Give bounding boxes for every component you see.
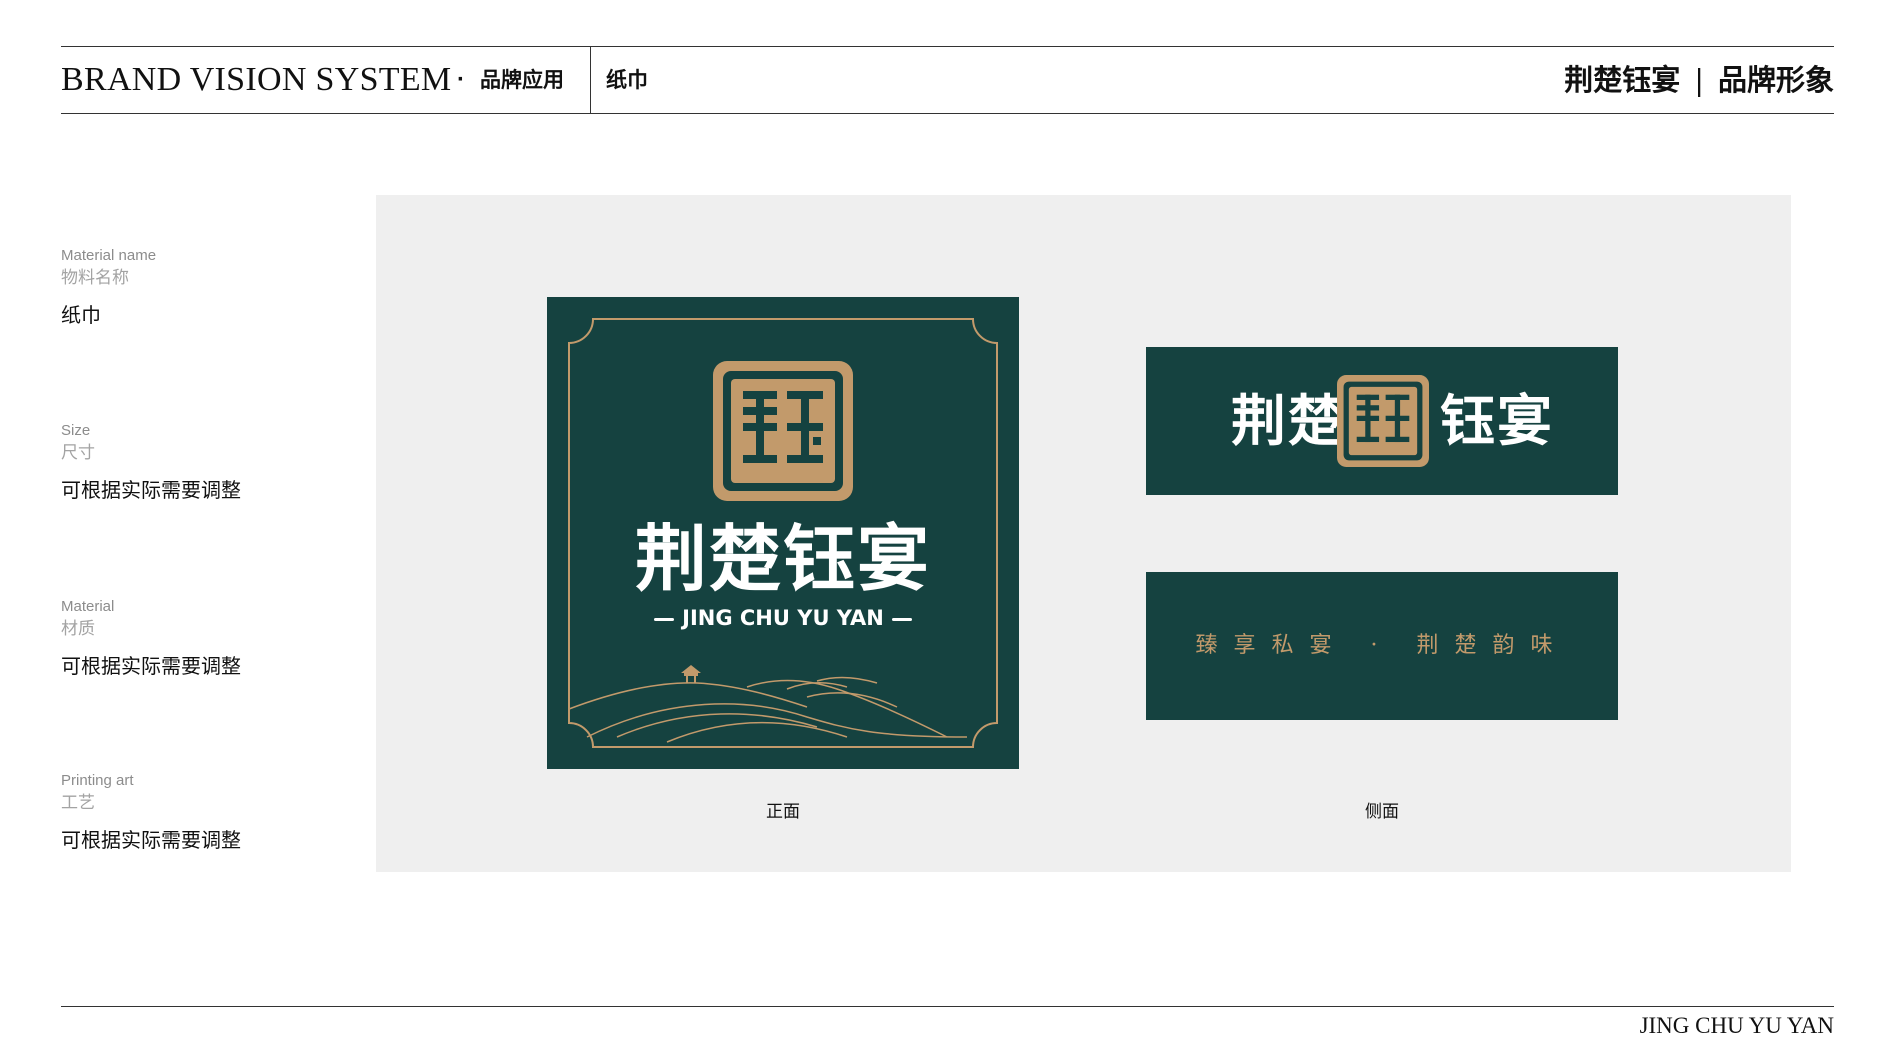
info-label-en: Printing art [61, 772, 134, 789]
front-brand-name: 荆楚钰宴 [634, 517, 931, 601]
pavilion-icon [681, 665, 701, 683]
info-label-cn: 材质 [61, 619, 95, 638]
info-label-en: Material name [61, 247, 157, 264]
brand-system-title: BRAND VISION SYSTEM [61, 61, 452, 98]
right-divider: | [1694, 63, 1704, 97]
napkin-side-slogan-mockup: 臻享私宴 · 荆楚韵味 [1146, 572, 1618, 720]
header-divider [590, 46, 591, 113]
section-title: 品牌应用 [480, 67, 564, 92]
title-separator: · [457, 66, 465, 93]
right-brand-name: 荆楚钰宴 [1564, 63, 1681, 97]
info-material-name: Material name 物料名称 纸巾 [61, 246, 156, 330]
info-material: Material 材质 可根据实际需要调整 [61, 597, 241, 681]
napkin-side-logo-mockup: 荆楚 钰宴 [1146, 347, 1618, 495]
footer-rule [61, 1006, 1834, 1007]
footer-brand-english: JING CHU YU YAN [1639, 1013, 1834, 1038]
caption-front: 正面 [766, 802, 800, 821]
page-topic: 纸巾 [606, 67, 648, 92]
napkin-front-mockup: 荆楚钰宴 JING CHU YU YAN [547, 297, 1019, 769]
side-slogan: 臻享私宴 · 荆楚韵味 [1195, 633, 1569, 658]
dash-left [654, 617, 675, 621]
front-brand-english-text: JING CHU YU YAN [682, 606, 884, 630]
right-brand-label: 品牌形象 [1717, 63, 1834, 97]
mountain-lines-ornament [568, 676, 968, 743]
info-value: 可根据实际需要调整 [61, 830, 241, 852]
header-bottom-rule [61, 113, 1834, 114]
side-brand-left: 荆楚 [1231, 389, 1346, 453]
info-label-cn: 工艺 [61, 793, 95, 812]
info-value: 可根据实际需要调整 [61, 656, 241, 678]
info-value: 可根据实际需要调整 [61, 480, 241, 502]
info-label-cn: 物料名称 [61, 268, 129, 287]
side-brand-right: 钰宴 [1440, 389, 1555, 453]
front-brand-english: JING CHU YU YAN [547, 605, 1019, 631]
caption-side: 侧面 [1365, 802, 1399, 821]
header-top-rule [61, 46, 1834, 47]
header-right-brand: 荆楚钰宴 | 品牌形象 [1564, 56, 1834, 104]
info-size: Size 尺寸 可根据实际需要调整 [61, 421, 241, 505]
info-label-en: Size [61, 422, 91, 439]
info-value: 纸巾 [61, 305, 101, 327]
side-seal-logo-icon [1337, 375, 1429, 467]
dash-right [891, 617, 912, 621]
info-printing-art: Printing art 工艺 可根据实际需要调整 [61, 771, 241, 855]
info-label-en: Material [61, 598, 115, 615]
seal-logo-icon [713, 361, 853, 501]
info-label-cn: 尺寸 [61, 443, 95, 462]
